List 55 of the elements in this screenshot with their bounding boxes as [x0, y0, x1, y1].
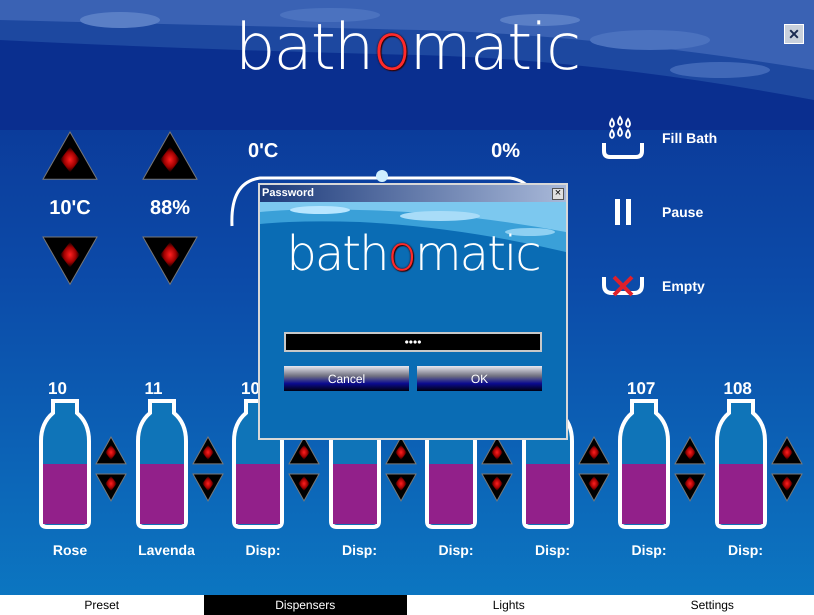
- down-triangle-icon: [41, 235, 99, 287]
- dispenser-name: Disp:: [438, 541, 474, 560]
- up-triangle-icon: [673, 435, 707, 466]
- bath-fill: 0%: [491, 139, 520, 164]
- dialog-button[interactable]: OK: [417, 366, 542, 391]
- logo: bathomatic: [286, 230, 540, 278]
- dialog-button[interactable]: Cancel: [284, 366, 409, 391]
- down-triangle-icon: [480, 472, 514, 503]
- dialog-close-button[interactable]: ×: [552, 188, 564, 200]
- tab[interactable]: Dispensers: [204, 595, 407, 615]
- dispenser-name: Disp:: [632, 541, 666, 560]
- down-button[interactable]: [190, 472, 224, 503]
- down-button[interactable]: [94, 472, 128, 503]
- down-triangle-icon: [190, 472, 224, 503]
- down-triangle-icon: [141, 235, 199, 287]
- dispenser-name: Disp:: [535, 541, 570, 560]
- down-triangle-icon: [673, 472, 707, 503]
- dispenser-name: Disp:: [342, 541, 377, 560]
- password-field[interactable]: ••••: [284, 332, 542, 352]
- dispenser-name: Rose: [52, 541, 88, 560]
- action-button[interactable]: Empty: [598, 260, 814, 312]
- down-triangle-icon: [770, 472, 804, 503]
- down-triangle-icon: [576, 472, 610, 503]
- close-button[interactable]: ×: [784, 24, 804, 44]
- down-button[interactable]: [287, 472, 321, 503]
- up-triangle-icon: [41, 130, 99, 182]
- up-triangle-icon: [576, 435, 610, 466]
- dispenser-number: 108: [724, 379, 752, 398]
- down-button[interactable]: [480, 472, 514, 503]
- action-button[interactable]: Fill Bath: [598, 112, 814, 164]
- down-button[interactable]: [770, 472, 804, 503]
- temperature-value: 10'C: [49, 196, 91, 222]
- down-button[interactable]: [384, 472, 418, 503]
- down-button[interactable]: [673, 472, 707, 503]
- down-triangle-icon: [384, 472, 418, 503]
- action-button[interactable]: Pause: [598, 186, 814, 238]
- down-button[interactable]: [141, 235, 199, 287]
- dispenser-number: 107: [627, 379, 656, 398]
- up-triangle-icon: [94, 435, 128, 466]
- dispenser-name: Lavenda: [138, 541, 195, 560]
- dispenser-number: 11: [144, 379, 162, 398]
- down-button[interactable]: [41, 235, 99, 287]
- dispenser-number: 10: [48, 379, 67, 398]
- up-triangle-icon: [141, 130, 199, 182]
- dispenser-name: Disp:: [246, 541, 280, 560]
- bath-temperature: 0'C: [248, 139, 278, 164]
- down-triangle-icon: [94, 472, 128, 503]
- up-triangle-icon: [770, 435, 804, 466]
- down-button[interactable]: [576, 472, 610, 503]
- logo: bathomatic: [234, 16, 580, 80]
- down-triangle-icon: [287, 472, 321, 503]
- dialog-title: Password: [262, 186, 314, 202]
- dispenser-name: Disp:: [728, 541, 763, 560]
- fill-value: 88%: [150, 196, 190, 222]
- up-triangle-icon: [190, 435, 224, 466]
